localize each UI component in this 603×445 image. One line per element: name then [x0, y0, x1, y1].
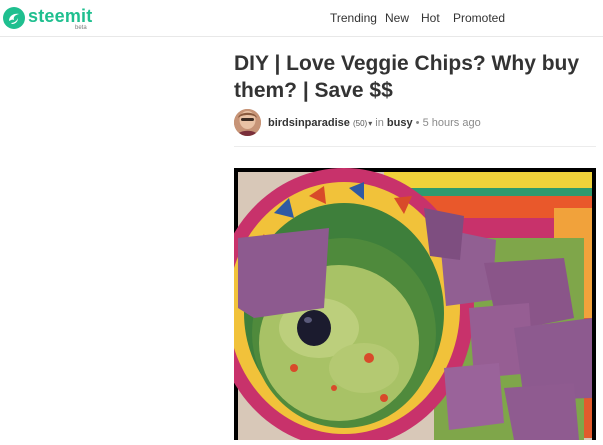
- author-reputation: (50): [352, 119, 368, 128]
- post-meta: birdsinparadise (50)▾ in busy • 5 hours …: [268, 117, 481, 129]
- nav-trending[interactable]: Trending: [330, 11, 377, 25]
- author-avatar[interactable]: [234, 109, 261, 136]
- steemit-logo-icon: [3, 7, 25, 29]
- nav-new[interactable]: New: [385, 11, 409, 25]
- post-time[interactable]: 5 hours ago: [423, 117, 481, 129]
- in-label: in: [375, 117, 384, 129]
- post-image[interactable]: [214, 168, 596, 445]
- beta-badge: beta: [75, 25, 87, 31]
- author-menu-caret-icon[interactable]: ▾: [368, 119, 372, 128]
- divider: [234, 146, 596, 147]
- separator: •: [415, 117, 420, 129]
- author-name[interactable]: birdsinparadise: [268, 117, 350, 129]
- steemit-logo[interactable]: steemit beta: [2, 6, 112, 34]
- avatar-photo: [234, 109, 261, 136]
- post-title: DIY | Love Veggie Chips? Why buy them? |…: [234, 52, 580, 102]
- veggie-chips-photo: [214, 168, 592, 445]
- logo-text: steemit: [28, 6, 93, 26]
- post-category[interactable]: busy: [387, 117, 413, 129]
- top-bar: steemit beta Trending New Hot Promoted: [0, 0, 603, 37]
- nav-hot[interactable]: Hot: [421, 11, 440, 25]
- nav-promoted[interactable]: Promoted: [453, 11, 505, 25]
